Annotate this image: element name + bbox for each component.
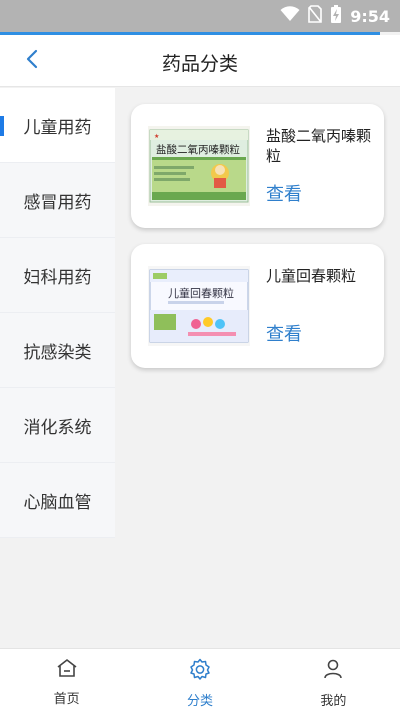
product-image: ★ 盐酸二氧丙嗪颗粒 bbox=[148, 126, 250, 206]
tab-label: 我的 bbox=[320, 694, 347, 709]
header: 药品分类 bbox=[0, 35, 400, 87]
sidebar-item-cold-medicine[interactable]: 感冒用药 bbox=[0, 163, 115, 238]
home-icon bbox=[56, 658, 78, 682]
active-indicator bbox=[0, 116, 4, 136]
gear-icon bbox=[189, 658, 211, 684]
wifi-icon bbox=[280, 6, 300, 26]
sidebar-item-anti-infection[interactable]: 抗感染类 bbox=[0, 313, 115, 388]
product-card[interactable]: ★ 盐酸二氧丙嗪颗粒 盐酸二氧丙嗪颗粒 查看 bbox=[131, 104, 384, 228]
sidebar-item-children-medicine[interactable]: 儿童用药 bbox=[0, 88, 115, 163]
product-image: 儿童回春颗粒 bbox=[148, 266, 250, 346]
bottom-tab-bar: 首页 分类 我的 bbox=[0, 648, 400, 711]
status-icons: 9:54 bbox=[280, 4, 390, 28]
product-name: 儿童回春颗粒 bbox=[266, 267, 357, 285]
status-time: 9:54 bbox=[350, 6, 390, 26]
sidebar-item-gynecology[interactable]: 妇科用药 bbox=[0, 238, 115, 313]
product-name: 盐酸二氧丙嗪颗粒 bbox=[266, 127, 372, 165]
sidebar-item-label: 消化系统 bbox=[23, 417, 92, 438]
view-button[interactable]: 查看 bbox=[266, 320, 302, 346]
sidebar-item-label: 感冒用药 bbox=[23, 192, 92, 213]
battery-charging-icon bbox=[330, 4, 342, 28]
page-title: 药品分类 bbox=[161, 53, 238, 75]
category-sidebar: 儿童用药 感冒用药 妇科用药 抗感染类 消化系统 心脑血管 bbox=[0, 88, 115, 538]
box-label: 儿童回春颗粒 bbox=[168, 286, 234, 300]
sidebar-item-cardiovascular[interactable]: 心脑血管 bbox=[0, 463, 115, 538]
box-label: 盐酸二氧丙嗪颗粒 bbox=[156, 143, 240, 156]
sidebar-item-label: 抗感染类 bbox=[23, 342, 92, 363]
tab-mine[interactable]: 我的 bbox=[267, 649, 400, 711]
status-bar: 9:54 bbox=[0, 0, 400, 32]
product-card[interactable]: 儿童回春颗粒 儿童回春颗粒 查看 bbox=[131, 244, 384, 368]
sidebar-item-digestive[interactable]: 消化系统 bbox=[0, 388, 115, 463]
tab-label: 首页 bbox=[53, 692, 80, 707]
tab-label: 分类 bbox=[186, 694, 213, 709]
tab-category[interactable]: 分类 bbox=[133, 649, 266, 711]
user-icon bbox=[322, 658, 344, 684]
tab-home[interactable]: 首页 bbox=[0, 649, 133, 711]
view-button[interactable]: 查看 bbox=[266, 180, 302, 206]
no-sim-icon bbox=[308, 5, 323, 27]
sidebar-item-label: 妇科用药 bbox=[23, 267, 92, 288]
svg-text:★: ★ bbox=[154, 133, 159, 140]
sidebar-item-label: 儿童用药 bbox=[23, 117, 92, 138]
sidebar-item-label: 心脑血管 bbox=[23, 492, 92, 513]
